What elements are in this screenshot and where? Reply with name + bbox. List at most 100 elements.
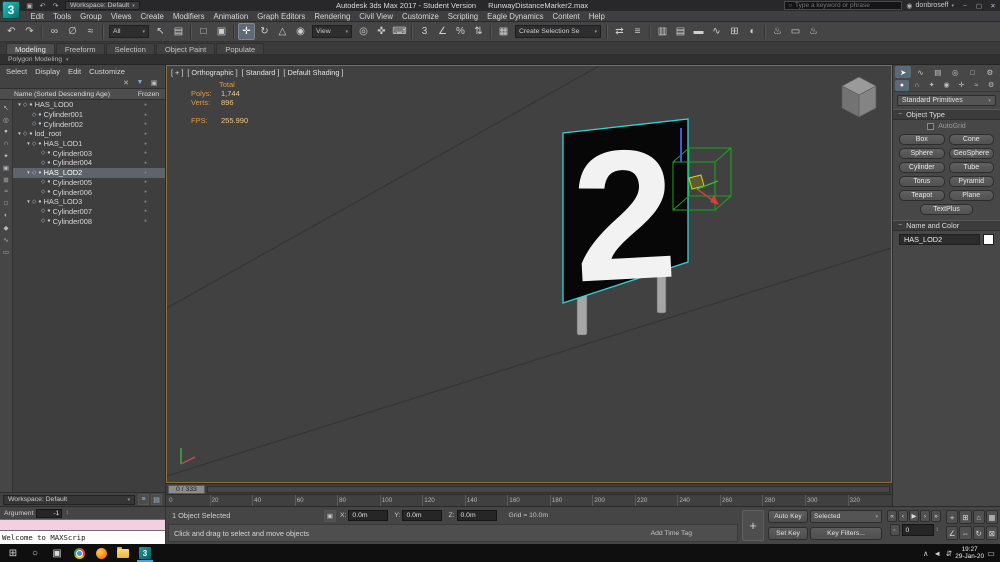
track-bar[interactable]: 0 20 40 60 80 100 120 140 160 180 200 220 240 260 280 3… bbox=[166, 494, 892, 506]
scene-node-cylinder008[interactable]: ◇ ● Cylinder008 ● bbox=[13, 216, 165, 226]
menu-scripting[interactable]: Scripting bbox=[443, 11, 482, 21]
time-slider-track[interactable] bbox=[206, 485, 890, 493]
display-cameras-icon[interactable]: ▣ bbox=[1, 162, 12, 173]
explorer-menu-display[interactable]: Display bbox=[31, 65, 64, 77]
scene-node-has_lod2[interactable]: ▼ ◇ ● HAS_LOD2 ● bbox=[13, 167, 165, 178]
bind-to-space-warp-icon[interactable]: ≈ bbox=[82, 23, 99, 40]
taskbar-clock[interactable]: 19:27 29-Jan-20 bbox=[955, 546, 984, 561]
cylinder-button[interactable]: Cylinder bbox=[899, 162, 945, 173]
explorer-menu-select[interactable]: Select bbox=[2, 65, 31, 77]
zoom-extents-button[interactable]: ⌂ bbox=[972, 510, 985, 524]
selection-lock-toggle[interactable]: ▣ bbox=[324, 509, 336, 522]
display-xrefs-icon[interactable]: ◐ bbox=[1, 210, 12, 221]
ribbon-tab-modeling[interactable]: Modeling bbox=[6, 43, 55, 54]
schematic-view-icon[interactable]: ⊞ bbox=[726, 23, 743, 40]
angle-snap-icon[interactable]: ∠ bbox=[434, 23, 451, 40]
chrome-icon[interactable] bbox=[68, 544, 90, 562]
scene-node-lod_root[interactable]: ▼ ◇ ● lod_root ● bbox=[13, 129, 165, 139]
field-of-view-button[interactable]: ∠ bbox=[946, 526, 959, 540]
current-frame-field[interactable]: 0 bbox=[901, 524, 934, 536]
select-and-scale-icon[interactable]: △ bbox=[274, 23, 291, 40]
undo-quick-icon[interactable]: ↶ bbox=[37, 1, 48, 10]
use-pivot-center-icon[interactable]: ◎ bbox=[355, 23, 372, 40]
ribbon-tab-freeform[interactable]: Freeform bbox=[55, 43, 105, 54]
time-slider-handle[interactable]: 0 / 333 bbox=[168, 484, 205, 494]
scene-node-cylinder002[interactable]: ◇ ● Cylinder002 ● bbox=[13, 119, 165, 129]
zoom-all-button[interactable]: ⊞ bbox=[959, 510, 972, 524]
object-color-swatch[interactable] bbox=[983, 234, 994, 245]
menu-edit[interactable]: Edit bbox=[26, 11, 48, 21]
workspace-settings-icon[interactable]: ≡ bbox=[138, 494, 149, 505]
scene-node-has_lod1[interactable]: ▼ ◇ ● HAS_LOD1 ● bbox=[13, 139, 165, 149]
rendered-frame-window-icon[interactable]: ▭ bbox=[787, 23, 804, 40]
category-helpers[interactable]: ✛ bbox=[954, 80, 968, 91]
runway-distance-marker-sign[interactable]: 2 bbox=[562, 110, 689, 322]
select-and-place-icon[interactable]: ◉ bbox=[292, 23, 309, 40]
maximize-button[interactable]: ▢ bbox=[972, 0, 986, 11]
select-and-link-icon[interactable]: ∞ bbox=[46, 23, 63, 40]
ribbon-tab-selection[interactable]: Selection bbox=[105, 43, 155, 54]
viewport-general-menu[interactable]: [ + ] bbox=[171, 68, 183, 77]
firefox-icon[interactable] bbox=[90, 544, 112, 562]
zoom-button[interactable]: + bbox=[946, 510, 959, 524]
display-containers-icon[interactable]: ▭ bbox=[1, 246, 12, 257]
scene-node-cylinder005[interactable]: ◇ ● Cylinder005 ● bbox=[13, 178, 165, 188]
category-lights[interactable]: ✦ bbox=[925, 80, 939, 91]
spinner-snap-icon[interactable]: ⇅ bbox=[470, 23, 487, 40]
expand-arrow-icon[interactable]: ▼ bbox=[16, 102, 23, 107]
display-bones-icon[interactable]: ∿ bbox=[1, 234, 12, 245]
tube-button[interactable]: Tube bbox=[948, 162, 994, 173]
viewcube[interactable] bbox=[839, 74, 879, 127]
display-groups-icon[interactable]: □ bbox=[1, 198, 12, 209]
autogrid-checkbox[interactable] bbox=[927, 122, 935, 130]
menu-animation[interactable]: Animation bbox=[209, 11, 253, 21]
time-slider[interactable]: 0 / 333 bbox=[166, 483, 892, 494]
window-crossing-icon[interactable]: ▣ bbox=[213, 23, 230, 40]
scene-node-cylinder007[interactable]: ◇ ● Cylinder007 ● bbox=[13, 207, 165, 217]
box-button[interactable]: Box bbox=[899, 134, 945, 145]
category-shapes[interactable]: ∩ bbox=[910, 80, 924, 91]
toggle-layer-explorer-icon[interactable]: ▤ bbox=[672, 23, 689, 40]
category-systems[interactable]: ⚙ bbox=[984, 80, 998, 91]
name-column-header[interactable]: Name (Sorted Descending Age) bbox=[14, 91, 110, 98]
scene-node-has_lod3[interactable]: ▼ ◇ ● HAS_LOD3 ● bbox=[13, 197, 165, 207]
align-icon[interactable]: ≡ bbox=[629, 23, 646, 40]
primitives-dropdown[interactable]: Standard Primitives ▾ bbox=[897, 95, 996, 106]
category-cameras[interactable]: ◉ bbox=[940, 80, 954, 91]
y-coordinate-field-input[interactable]: 0.0m bbox=[402, 510, 443, 521]
render-setup-icon[interactable]: ♨ bbox=[769, 23, 786, 40]
add-button[interactable]: + bbox=[742, 510, 764, 541]
display-helpers-icon[interactable]: ⊞ bbox=[1, 174, 12, 185]
unlink-selection-icon[interactable]: ∅ bbox=[64, 23, 81, 40]
file-explorer-icon[interactable] bbox=[112, 544, 134, 562]
3ds-max-taskbar-icon[interactable]: 3 bbox=[134, 544, 156, 562]
workspace-selector[interactable]: Workspace: Default ▾ bbox=[65, 1, 140, 10]
scene-explorer-column-header[interactable]: Name (Sorted Descending Age) Frozen bbox=[0, 89, 165, 100]
plane-button[interactable]: Plane bbox=[948, 190, 994, 201]
polygon-modeling-panel[interactable]: Polygon Modeling ▾ bbox=[0, 55, 1000, 65]
save-icon[interactable]: ▣ bbox=[24, 1, 35, 10]
network-icon[interactable]: ⇵ bbox=[946, 549, 952, 558]
category-spacewarps[interactable]: ≈ bbox=[969, 80, 983, 91]
display-lights-icon[interactable]: ✦ bbox=[1, 150, 12, 161]
menu-tools[interactable]: Tools bbox=[48, 11, 75, 21]
key-filters-button[interactable]: Key Filters... bbox=[810, 526, 882, 540]
volume-icon[interactable]: ◄ bbox=[933, 549, 940, 558]
lock-explorer-icon[interactable]: ▣ bbox=[149, 79, 159, 87]
argument-value-field[interactable]: -1 bbox=[36, 508, 63, 518]
named-selection-sets-dropdown[interactable]: Create Selection Se ▾ bbox=[515, 25, 601, 38]
clear-filter-icon[interactable]: ✕ bbox=[121, 79, 131, 87]
z-coordinate-field-input[interactable]: 0.0m bbox=[456, 510, 497, 521]
menu-eagle-dynamics[interactable]: Eagle Dynamics bbox=[483, 11, 548, 21]
start-button[interactable]: ⊞ bbox=[2, 544, 24, 562]
tab-motion[interactable]: ◎ bbox=[947, 66, 963, 78]
display-geometry-icon[interactable]: ● bbox=[1, 126, 12, 137]
set-key-button[interactable]: Set Key bbox=[768, 526, 808, 540]
toggle-scene-explorer-icon[interactable]: ▥ bbox=[654, 23, 671, 40]
frozen-column-header[interactable]: Frozen bbox=[138, 91, 159, 98]
maximize-viewport-button[interactable]: ⊠ bbox=[985, 526, 998, 540]
scene-node-has_lod0[interactable]: ▼ ◇ ● HAS_LOD0 ● bbox=[13, 100, 165, 110]
percent-snap-icon[interactable]: % bbox=[452, 23, 469, 40]
expand-arrow-icon[interactable]: ▼ bbox=[25, 199, 32, 204]
menu-customize[interactable]: Customize bbox=[397, 11, 443, 21]
